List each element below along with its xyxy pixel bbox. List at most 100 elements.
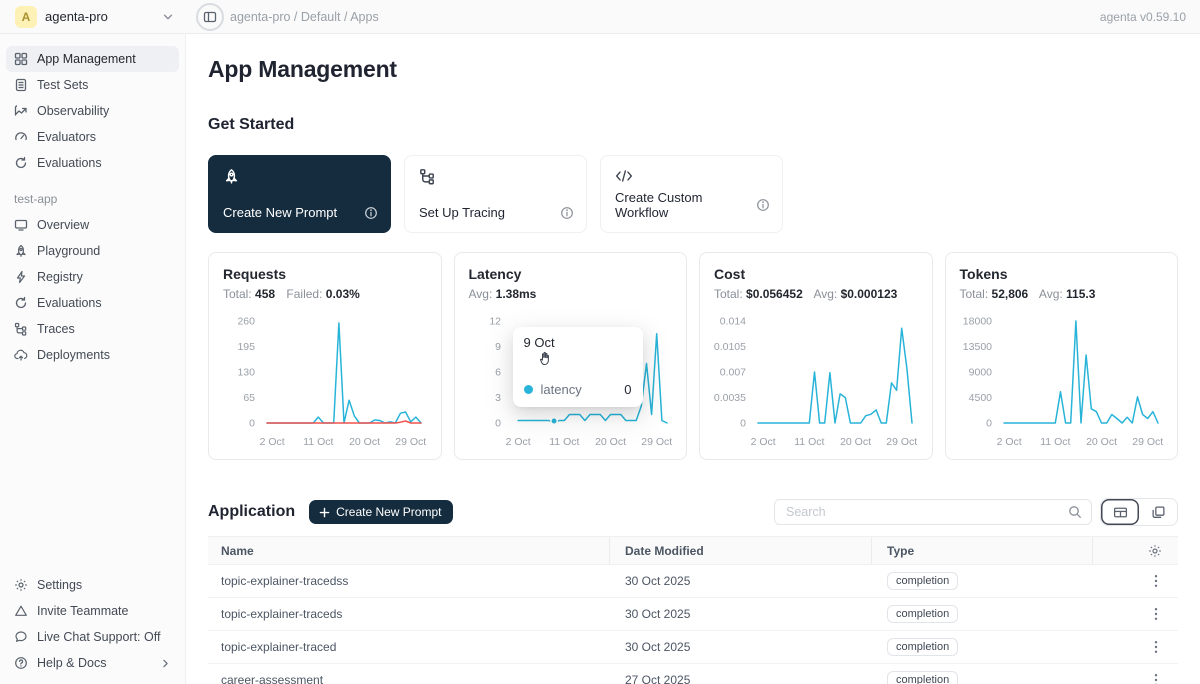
table-header: Name Date Modified Type [208, 536, 1178, 565]
series-value: 0 [624, 382, 631, 397]
app-name: topic-explainer-traced [208, 640, 610, 654]
breadcrumb[interactable]: agenta-pro / Default / Apps [230, 10, 379, 24]
sidebar-bottom-group: Settings Invite Teammate Live Chat Suppo… [6, 572, 179, 676]
sidebar-item-evaluators[interactable]: Evaluators [6, 124, 179, 150]
svg-text:11 Oct: 11 Oct [1040, 436, 1070, 448]
sidebar-item-label: Test Sets [37, 78, 88, 92]
chart-stats: Avg: 1.38ms [469, 287, 673, 301]
sidebar-item-playground[interactable]: Playground [6, 238, 179, 264]
requests-line-chart[interactable]: 2601951306502 Oct11 Oct20 Oct29 Oct [215, 311, 427, 453]
refresh-circle-icon [14, 296, 28, 310]
sidebar-item-label: Evaluators [37, 130, 96, 144]
cost-line-chart[interactable]: 0.0140.01050.0070.003502 Oct11 Oct20 Oct… [706, 311, 918, 453]
column-header-date-modified[interactable]: Date Modified [610, 537, 872, 564]
svg-text:0.0105: 0.0105 [714, 341, 746, 353]
sidebar-item-overview[interactable]: Overview [6, 212, 179, 238]
column-header-type[interactable]: Type [872, 537, 1093, 564]
row-menu-kebab-icon[interactable] [1093, 607, 1178, 621]
sidebar-item-app-evaluations[interactable]: Evaluations [6, 290, 179, 316]
top-bar: A agenta-pro agenta-pro / Default / Apps… [0, 0, 1200, 34]
applications-table: Name Date Modified Type topic-explainer-… [208, 536, 1178, 684]
search-input[interactable] [784, 504, 1068, 520]
workspace-name: agenta-pro [45, 9, 108, 24]
svg-text:20 Oct: 20 Oct [595, 436, 626, 448]
sidebar-item-live-chat[interactable]: Live Chat Support: Off [6, 624, 179, 650]
svg-text:11 Oct: 11 Oct [549, 436, 579, 448]
sidebar-item-observability[interactable]: Observability [6, 98, 179, 124]
column-settings-gear-icon[interactable] [1148, 544, 1162, 558]
get-started-heading: Get Started [208, 115, 1178, 135]
card-view-button[interactable] [1139, 499, 1177, 525]
sidebar-item-deployments[interactable]: Deployments [6, 342, 179, 368]
chart-title: Cost [714, 266, 918, 282]
chart-title: Requests [223, 266, 427, 282]
table-row[interactable]: topic-explainer-traced 30 Oct 2025 compl… [208, 631, 1178, 664]
tooltip-series-row: latency 0 [524, 382, 632, 397]
sidebar-item-registry[interactable]: Registry [6, 264, 179, 290]
app-date-modified: 30 Oct 2025 [610, 574, 872, 588]
svg-text:20 Oct: 20 Oct [1086, 436, 1117, 448]
main-content: App Management Get Started Create New Pr… [186, 34, 1200, 684]
app-version: agenta v0.59.10 [1100, 10, 1186, 24]
table-view-icon [1113, 505, 1128, 520]
svg-text:4500: 4500 [968, 392, 992, 404]
sidebar-toggle-button[interactable] [196, 3, 224, 31]
series-dot [524, 385, 533, 394]
svg-text:2 Oct: 2 Oct [505, 436, 530, 448]
sidebar-item-invite-teammate[interactable]: Invite Teammate [6, 598, 179, 624]
table-row[interactable]: topic-explainer-tracedss 30 Oct 2025 com… [208, 565, 1178, 598]
get-started-cards: Create New Prompt Set Up Tracing Create … [208, 155, 1178, 233]
row-menu-kebab-icon[interactable] [1093, 673, 1178, 684]
search-icon[interactable] [1068, 505, 1082, 519]
test-sets-icon [14, 78, 28, 92]
type-badge: completion [887, 572, 958, 590]
svg-text:11 Oct: 11 Oct [303, 436, 333, 448]
set-up-tracing-card[interactable]: Set Up Tracing [404, 155, 587, 233]
chevron-right-icon [160, 658, 171, 669]
table-row[interactable]: career-assessment 27 Oct 2025 completion [208, 664, 1178, 684]
svg-text:195: 195 [237, 341, 255, 353]
column-header-name[interactable]: Name [208, 537, 610, 564]
sidebar-section-label: test-app [14, 192, 171, 206]
info-icon[interactable] [364, 206, 378, 220]
svg-text:260: 260 [237, 316, 255, 328]
table-view-button[interactable] [1101, 499, 1139, 525]
lightning-icon [14, 270, 28, 284]
info-icon[interactable] [756, 198, 770, 212]
button-label: Create New Prompt [336, 505, 441, 519]
chart-title: Tokens [960, 266, 1164, 282]
app-date-modified: 30 Oct 2025 [610, 640, 872, 654]
sidebar-item-evaluations[interactable]: Evaluations [6, 150, 179, 176]
sidebar-item-test-sets[interactable]: Test Sets [6, 72, 179, 98]
app-name: topic-explainer-tracedss [208, 574, 610, 588]
sidebar-item-traces[interactable]: Traces [6, 316, 179, 342]
monitor-icon [14, 218, 28, 232]
info-icon[interactable] [560, 206, 574, 220]
tokens-line-chart[interactable]: 18000135009000450002 Oct11 Oct20 Oct29 O… [952, 311, 1164, 453]
row-menu-kebab-icon[interactable] [1093, 574, 1178, 588]
sidebar-item-label: Registry [37, 270, 83, 284]
cloud-arrow-icon [14, 348, 28, 362]
svg-text:2 Oct: 2 Oct [260, 436, 285, 448]
sidebar-item-app-management[interactable]: App Management [6, 46, 179, 72]
create-new-prompt-button[interactable]: Create New Prompt [309, 500, 453, 524]
svg-text:0: 0 [249, 418, 255, 430]
sidebar-item-label: Settings [37, 578, 82, 592]
sidebar-item-help-docs[interactable]: Help & Docs [6, 650, 179, 676]
svg-text:0: 0 [740, 418, 746, 430]
table-row[interactable]: topic-explainer-traceds 30 Oct 2025 comp… [208, 598, 1178, 631]
svg-text:11 Oct: 11 Oct [794, 436, 824, 448]
application-heading: Application [208, 503, 295, 521]
svg-text:9000: 9000 [968, 367, 992, 379]
workspace-selector[interactable]: A agenta-pro [0, 6, 186, 28]
row-menu-kebab-icon[interactable] [1093, 640, 1178, 654]
chat-bubble-icon [14, 630, 28, 644]
svg-text:29 Oct: 29 Oct [1132, 436, 1163, 448]
create-custom-workflow-card[interactable]: Create Custom Workflow [600, 155, 783, 233]
svg-text:13500: 13500 [962, 341, 991, 353]
sidebar-item-settings[interactable]: Settings [6, 572, 179, 598]
svg-text:6: 6 [495, 367, 501, 379]
sidebar-item-label: Traces [37, 322, 75, 336]
create-new-prompt-card[interactable]: Create New Prompt [208, 155, 391, 233]
svg-text:0: 0 [986, 418, 992, 430]
